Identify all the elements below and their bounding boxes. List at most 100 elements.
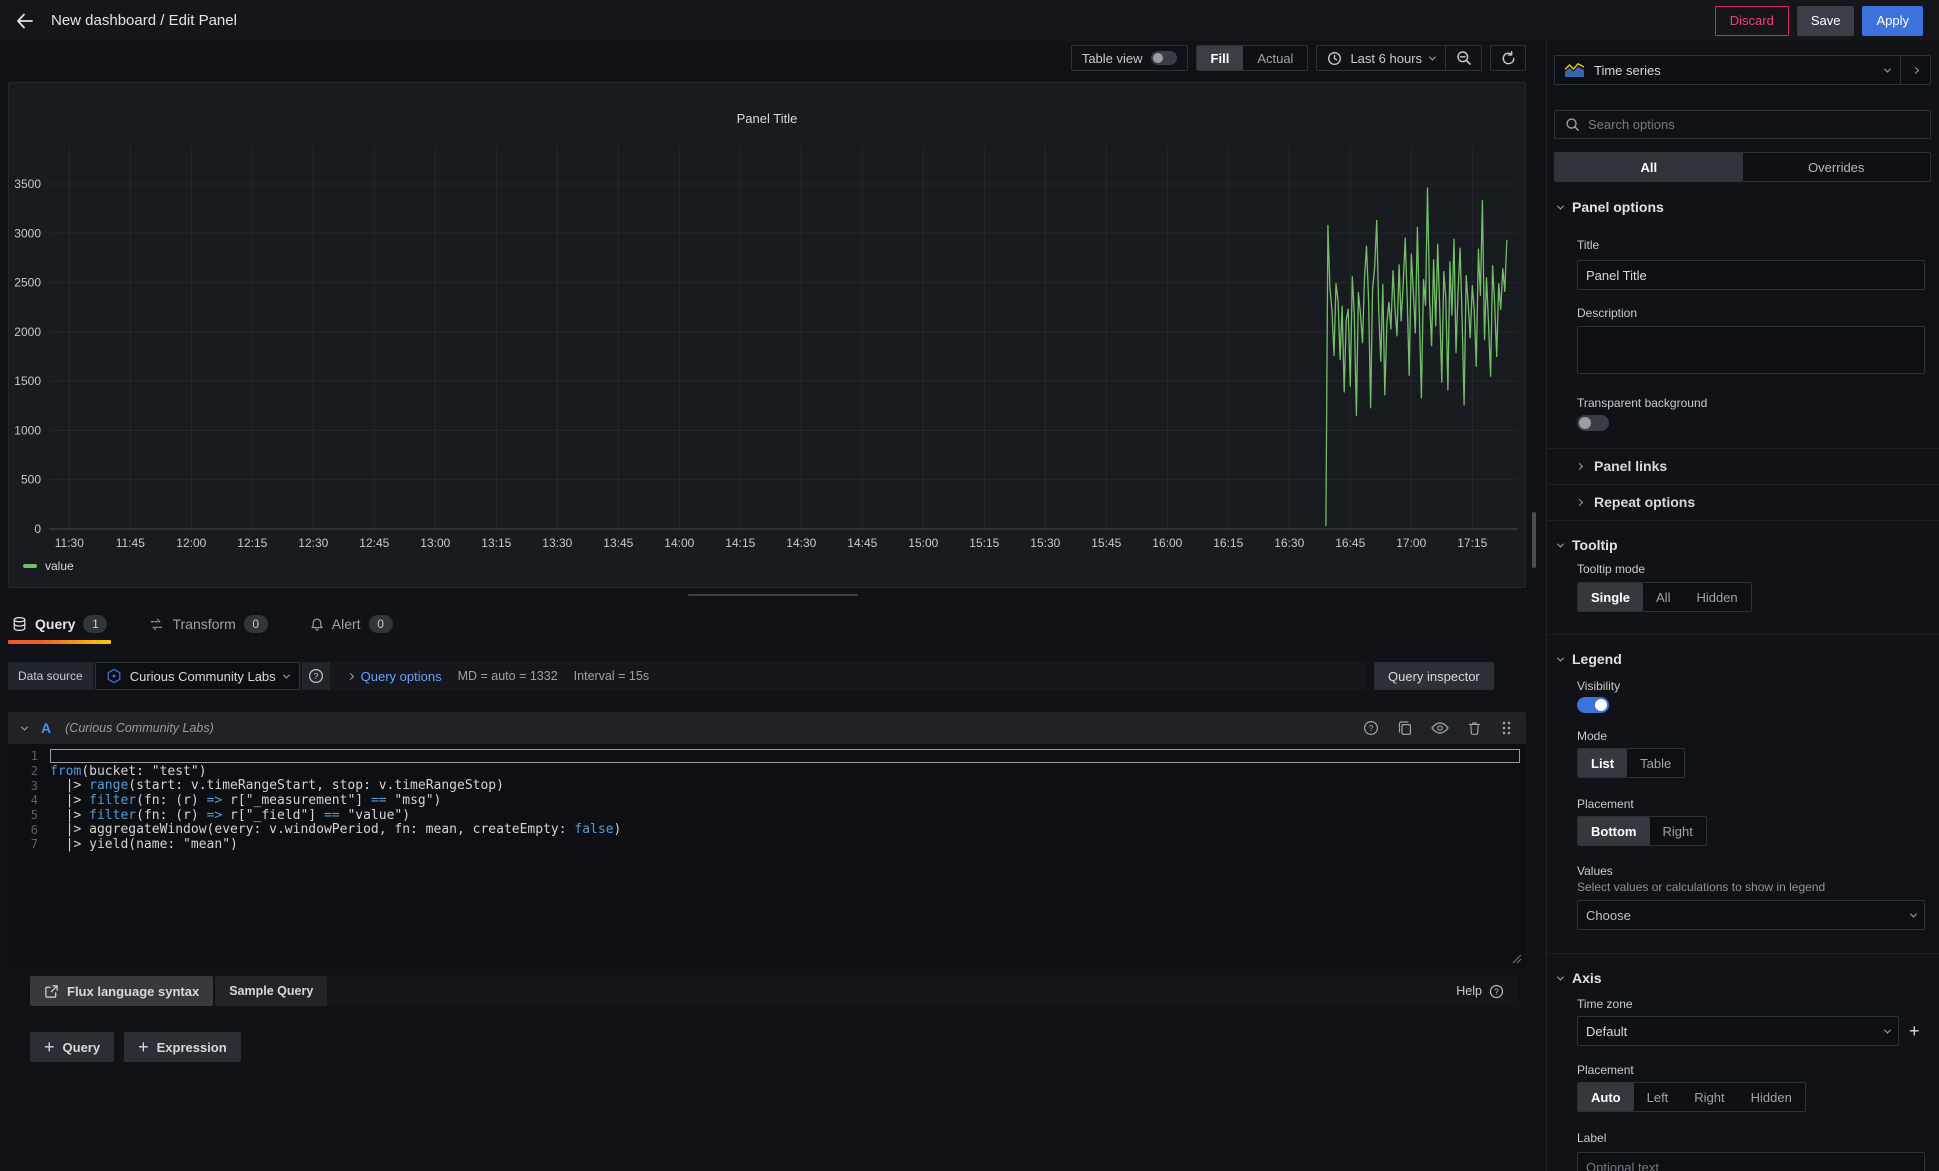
axis-label-field[interactable] [1577, 1152, 1925, 1171]
code-line[interactable]: 3 |> range(start: v.timeRangeStart, stop… [8, 778, 1526, 793]
fill-option[interactable]: Fill [1197, 46, 1244, 70]
resize-corner-icon[interactable] [1512, 954, 1522, 964]
chevron-down-icon [1884, 1026, 1891, 1033]
plus-icon: + [44, 1038, 55, 1056]
query-datasource-hint: (Curious Community Labs) [65, 721, 214, 735]
section-legend[interactable]: Legend [1558, 651, 1622, 667]
chevron-down-icon [1910, 910, 1917, 917]
table-view-label: Table view [1082, 51, 1143, 66]
panel-title-input[interactable] [1586, 268, 1916, 283]
scrollbar-thumb[interactable] [1532, 512, 1536, 568]
interval-info: Interval = 15s [574, 669, 649, 683]
legend-placement-bottom[interactable]: Bottom [1578, 817, 1650, 845]
datasource-name: Curious Community Labs [130, 669, 276, 684]
filter-tab-overrides[interactable]: Overrides [1743, 153, 1931, 181]
section-tooltip[interactable]: Tooltip [1558, 537, 1618, 553]
visualization-picker[interactable]: Time series [1554, 55, 1931, 85]
query-options-toggle[interactable]: Query options [348, 669, 442, 684]
help-circle-icon[interactable]: ? [1363, 720, 1379, 736]
code-line[interactable]: 7 |> yield(name: "mean") [8, 837, 1526, 852]
duplicate-icon[interactable] [1397, 720, 1413, 736]
panel-title-field[interactable] [1577, 260, 1925, 290]
axis-placement-left[interactable]: Left [1634, 1083, 1682, 1111]
time-series-chart[interactable]: 11:3011:4512:0012:1512:3012:4513:0013:15… [9, 133, 1527, 563]
help-label[interactable]: Help [1456, 984, 1482, 998]
description-field-label: Description [1577, 306, 1637, 320]
tooltip-mode-single[interactable]: Single [1578, 583, 1643, 611]
code-line[interactable]: 4 |> filter(fn: (r) => r["_measurement"]… [8, 793, 1526, 808]
section-panel-options[interactable]: Panel options [1558, 199, 1664, 215]
axis-timezone-select[interactable]: Default [1577, 1016, 1899, 1046]
tab-alert[interactable]: Alert 0 [306, 607, 397, 641]
actual-option[interactable]: Actual [1243, 46, 1307, 70]
svg-text:1000: 1000 [14, 423, 41, 437]
discard-button[interactable]: Discard [1715, 6, 1789, 36]
panel-links-section[interactable]: Panel links [1577, 448, 1925, 484]
svg-text:2500: 2500 [14, 276, 41, 290]
axis-label-input[interactable] [1586, 1160, 1916, 1171]
save-button[interactable]: Save [1797, 6, 1855, 36]
tab-query[interactable]: Query 1 [8, 607, 111, 641]
tooltip-mode-all[interactable]: All [1643, 583, 1683, 611]
transparent-bg-toggle[interactable] [1577, 415, 1609, 431]
axis-placement-right[interactable]: Right [1681, 1083, 1737, 1111]
repeat-options-section[interactable]: Repeat options [1577, 484, 1925, 520]
section-axis[interactable]: Axis [1558, 970, 1602, 986]
query-editor-header[interactable]: A (Curious Community Labs) ? [8, 712, 1526, 744]
legend-visibility-toggle[interactable] [1577, 697, 1609, 713]
add-query-label: Query [63, 1040, 101, 1055]
zoom-out-button[interactable] [1445, 46, 1481, 70]
help-circle-icon[interactable]: ? [1489, 984, 1504, 999]
search-options-input[interactable] [1588, 117, 1920, 132]
sample-query-button[interactable]: Sample Query [215, 976, 327, 1006]
time-range-button[interactable]: Last 6 hours [1317, 46, 1445, 70]
flux-code-editor[interactable]: 12from(bucket: "test")3 |> range(start: … [8, 744, 1526, 968]
panel-resize-handle[interactable] [688, 594, 858, 596]
chart-legend[interactable]: value [23, 559, 74, 573]
tooltip-mode-label: Tooltip mode [1577, 562, 1645, 576]
table-view-control[interactable]: Table view [1071, 45, 1188, 71]
add-timezone-button[interactable]: + [1909, 1022, 1920, 1040]
collapse-chevron-icon[interactable] [21, 723, 28, 730]
filter-tab-all[interactable]: All [1555, 153, 1743, 181]
tab-transform[interactable]: Transform 0 [145, 607, 271, 641]
datasource-help-button[interactable]: ? [302, 662, 330, 690]
drag-handle-icon[interactable] [1500, 720, 1512, 736]
tooltip-mode-hidden[interactable]: Hidden [1683, 583, 1750, 611]
description-textarea[interactable] [1577, 326, 1925, 374]
viz-suggestions-button[interactable] [1900, 56, 1930, 84]
legend-mode-list[interactable]: List [1578, 749, 1627, 777]
eye-icon[interactable] [1431, 721, 1449, 735]
code-line[interactable]: 1 [8, 749, 1526, 764]
visualization-picker-main[interactable]: Time series [1555, 56, 1900, 84]
add-query-button[interactable]: + Query [30, 1032, 114, 1062]
add-expression-button[interactable]: + Expression [124, 1032, 241, 1062]
datasource-picker[interactable]: Curious Community Labs [95, 662, 300, 690]
panel-links-label: Panel links [1594, 458, 1667, 474]
svg-text:2000: 2000 [14, 325, 41, 339]
legend-values-select[interactable]: Choose [1577, 900, 1925, 930]
axis-placement-auto[interactable]: Auto [1578, 1083, 1634, 1111]
search-options-box[interactable] [1554, 110, 1931, 139]
axis-placement-hidden[interactable]: Hidden [1738, 1083, 1805, 1111]
code-line[interactable]: 6 |> aggregateWindow(every: v.windowPeri… [8, 822, 1526, 837]
title-field-label: Title [1577, 238, 1599, 252]
apply-button[interactable]: Apply [1862, 6, 1923, 36]
legend-placement-right[interactable]: Right [1650, 817, 1706, 845]
legend-mode-table[interactable]: Table [1627, 749, 1684, 777]
trash-icon[interactable] [1467, 720, 1482, 736]
refresh-button[interactable] [1490, 45, 1526, 71]
query-inspector-button[interactable]: Query inspector [1374, 662, 1494, 690]
options-sidebar: Time series All Overrides Panel options … [1546, 41, 1939, 1171]
back-arrow-icon[interactable] [16, 13, 33, 29]
legend-values-label: Values [1577, 864, 1613, 878]
flux-syntax-button[interactable]: Flux language syntax [30, 976, 213, 1006]
nav-actions: Discard Save Apply [1715, 6, 1923, 36]
code-lines: 12from(bucket: "test")3 |> range(start: … [8, 749, 1526, 852]
divider [1547, 520, 1939, 521]
table-view-toggle[interactable] [1151, 51, 1177, 65]
code-line[interactable]: 5 |> filter(fn: (r) => r["_field"] == "v… [8, 808, 1526, 823]
chevron-right-icon [347, 672, 354, 679]
query-options-label: Query options [361, 669, 442, 684]
code-line[interactable]: 2from(bucket: "test") [8, 764, 1526, 779]
